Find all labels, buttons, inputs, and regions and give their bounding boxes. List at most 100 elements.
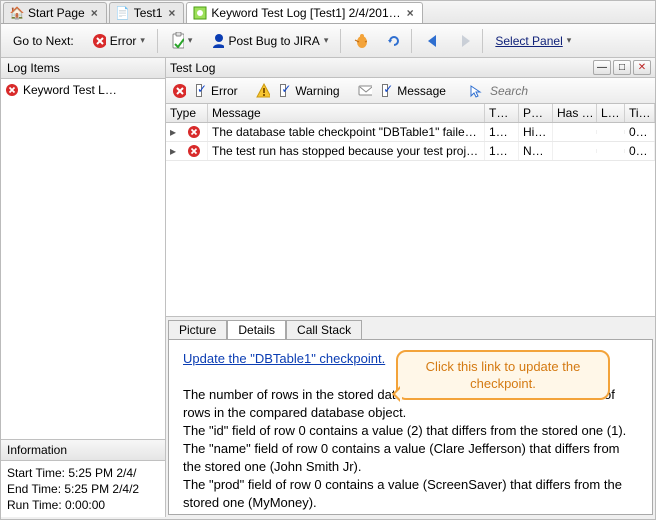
message-checkbox[interactable]	[382, 84, 388, 97]
tab-label: Start Page	[28, 6, 85, 20]
details-line: The "id" field of row 0 contains a value…	[183, 422, 638, 440]
nav-back-button[interactable]	[418, 31, 444, 51]
information-title: Information	[1, 440, 165, 461]
clipboard-icon	[170, 34, 184, 48]
row-l	[597, 149, 625, 153]
error-filter-button[interactable]: Error ▾	[86, 31, 151, 51]
error-icon	[172, 84, 186, 98]
detail-tabs: Picture Details Call Stack	[166, 317, 655, 339]
col-has[interactable]: Has …	[553, 104, 597, 122]
row-ti: 0…	[625, 142, 655, 160]
minimize-button[interactable]: —	[593, 60, 611, 75]
tab-details[interactable]: Details	[227, 320, 286, 340]
main-toolbar: Go to Next: Error ▾ ▾ Post Bug to JIRA ▾…	[1, 24, 655, 58]
error-icon	[92, 34, 106, 48]
separator	[340, 29, 341, 53]
separator	[157, 29, 158, 53]
error-icon	[5, 83, 19, 97]
left-sidebar: Log Items Keyword Test L… Information St…	[1, 58, 166, 517]
jira-icon	[210, 34, 224, 48]
col-p[interactable]: P…	[519, 104, 553, 122]
tab-label: Keyword Test Log [Test1] 2/4/201…	[211, 6, 400, 20]
message-icon	[358, 84, 372, 98]
clipboard-button[interactable]: ▾	[164, 31, 199, 51]
col-message[interactable]: Message	[208, 104, 485, 122]
arrow-left-icon	[424, 34, 438, 48]
col-ti[interactable]: Ti…	[625, 104, 655, 122]
tab-test-log[interactable]: Keyword Test Log [Test1] 2/4/201… ×	[186, 2, 422, 23]
info-row: Start Time: 5:25 PM 2/4/	[7, 465, 159, 481]
col-t[interactable]: T…	[485, 104, 519, 122]
row-p: Hi…	[519, 123, 553, 141]
details-line: The "quant" field of row 0 contains a va…	[183, 512, 638, 516]
grid-header: Type Message T… P… Has … L… Ti…	[166, 104, 655, 123]
message-filter-label: Message	[397, 84, 446, 98]
details-line: The "name" field of row 0 contains a val…	[183, 440, 638, 476]
row-l	[597, 130, 625, 134]
info-row: End Time: 5:25 PM 2/4/2	[7, 481, 159, 497]
tab-call-stack[interactable]: Call Stack	[286, 320, 362, 340]
post-bug-label: Post Bug to JIRA	[228, 34, 319, 48]
details-line: The "prod" field of row 0 contains a val…	[183, 476, 638, 512]
refresh-icon	[385, 34, 399, 48]
row-message: The database table checkpoint "DBTable1"…	[208, 123, 485, 141]
test-log-panel: Test Log — □ ✕ Error Warning Message	[166, 58, 655, 517]
table-row[interactable]: ▸ The database table checkpoint "DBTable1…	[166, 123, 655, 142]
close-icon[interactable]: ×	[405, 6, 416, 20]
tab-test1[interactable]: 📄 Test1 ×	[109, 2, 185, 23]
bug-icon	[353, 34, 367, 48]
tab-start-page[interactable]: 🏠 Start Page ×	[3, 2, 107, 23]
log-grid: Type Message T… P… Has … L… Ti… ▸ The dat…	[166, 104, 655, 161]
maximize-button[interactable]: □	[613, 60, 631, 75]
details-panel[interactable]: Update the "DBTable1" checkpoint. Click …	[168, 339, 653, 516]
row-has	[553, 149, 597, 153]
warning-filter-label: Warning	[295, 84, 339, 98]
search-box[interactable]	[488, 83, 649, 99]
select-panel-button[interactable]: Select Panel ▾	[489, 31, 577, 51]
chevron-down-icon: ▾	[567, 35, 572, 46]
refresh-button[interactable]	[379, 31, 405, 51]
bug-button[interactable]	[347, 31, 373, 51]
tree-item[interactable]: Keyword Test L…	[5, 83, 161, 97]
select-panel-label: Select Panel	[495, 34, 562, 48]
table-row[interactable]: ▸ The test run has stopped because your t…	[166, 142, 655, 161]
search-input[interactable]	[488, 83, 649, 99]
close-button[interactable]: ✕	[633, 60, 651, 75]
error-label: Error	[110, 34, 137, 48]
filter-bar: Error Warning Message	[166, 78, 655, 104]
doc-icon: 📄	[116, 6, 130, 20]
row-t: 17:…	[485, 123, 519, 141]
home-icon: 🏠	[10, 6, 24, 20]
warning-checkbox[interactable]	[280, 84, 286, 97]
row-has	[553, 130, 597, 134]
separator	[482, 29, 483, 53]
update-checkpoint-link[interactable]: Update the "DBTable1" checkpoint.	[183, 351, 385, 366]
tab-picture[interactable]: Picture	[168, 320, 227, 340]
log-items-tree[interactable]: Keyword Test L…	[1, 79, 165, 439]
info-row: Run Time: 0:00:00	[7, 497, 159, 513]
col-type[interactable]: Type	[166, 104, 208, 122]
grid-empty-area	[166, 161, 655, 317]
row-p: N…	[519, 142, 553, 160]
go-to-next-button[interactable]: Go to Next:	[7, 31, 80, 51]
row-t: 17:…	[485, 142, 519, 160]
expand-icon[interactable]: ▸	[166, 144, 180, 158]
tab-label: Test1	[134, 6, 163, 20]
nav-forward-button[interactable]	[450, 31, 476, 51]
post-bug-button[interactable]: Post Bug to JIRA ▾	[204, 31, 334, 51]
callout-tooltip: Click this link to update the checkpoint…	[396, 350, 610, 400]
document-tabs: 🏠 Start Page × 📄 Test1 × Keyword Test Lo…	[1, 1, 655, 24]
close-icon[interactable]: ×	[166, 6, 177, 20]
row-type-icon	[180, 123, 208, 141]
arrow-right-icon	[456, 34, 470, 48]
error-checkbox[interactable]	[196, 84, 202, 97]
close-icon[interactable]: ×	[89, 6, 100, 20]
expand-icon[interactable]: ▸	[166, 125, 180, 139]
row-message: The test run has stopped because your te…	[208, 142, 485, 160]
log-icon	[193, 6, 207, 20]
information-panel: Information Start Time: 5:25 PM 2/4/ End…	[1, 439, 165, 517]
separator	[411, 29, 412, 53]
chevron-down-icon: ▾	[324, 35, 329, 46]
col-l[interactable]: L…	[597, 104, 625, 122]
window-buttons: — □ ✕	[593, 60, 651, 75]
